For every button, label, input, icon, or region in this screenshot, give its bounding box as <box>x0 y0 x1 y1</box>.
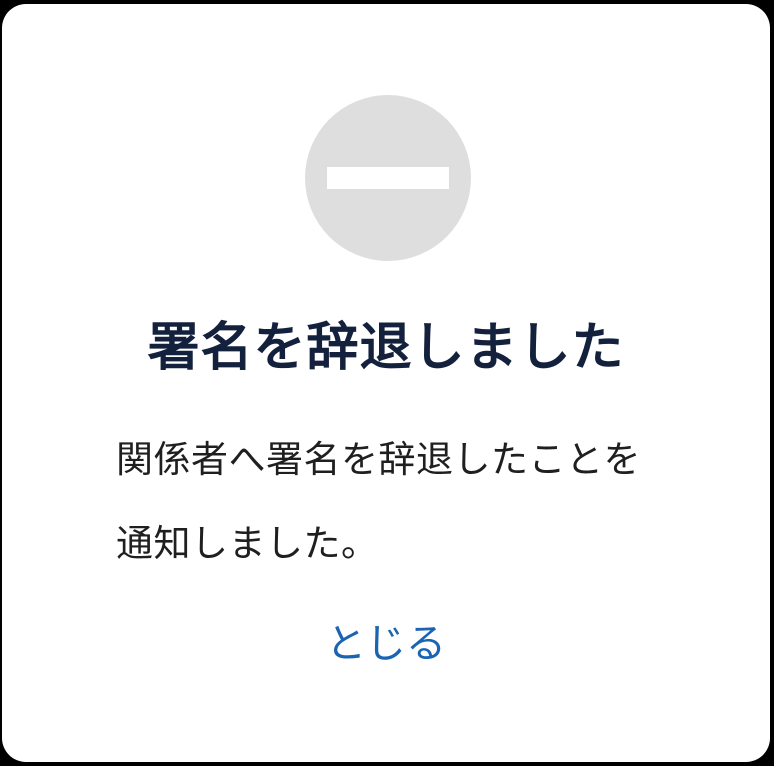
decline-signature-dialog: 署名を辞退しました 関係者へ署名を辞退したことを通知しました。 とじる <box>2 4 770 762</box>
close-button[interactable]: とじる <box>2 608 770 680</box>
dialog-title: 署名を辞退しました <box>147 318 625 378</box>
no-entry-icon <box>305 95 471 261</box>
no-entry-bar <box>327 167 449 189</box>
dialog-message: 関係者へ署名を辞退したことを通知しました。 <box>116 438 641 565</box>
